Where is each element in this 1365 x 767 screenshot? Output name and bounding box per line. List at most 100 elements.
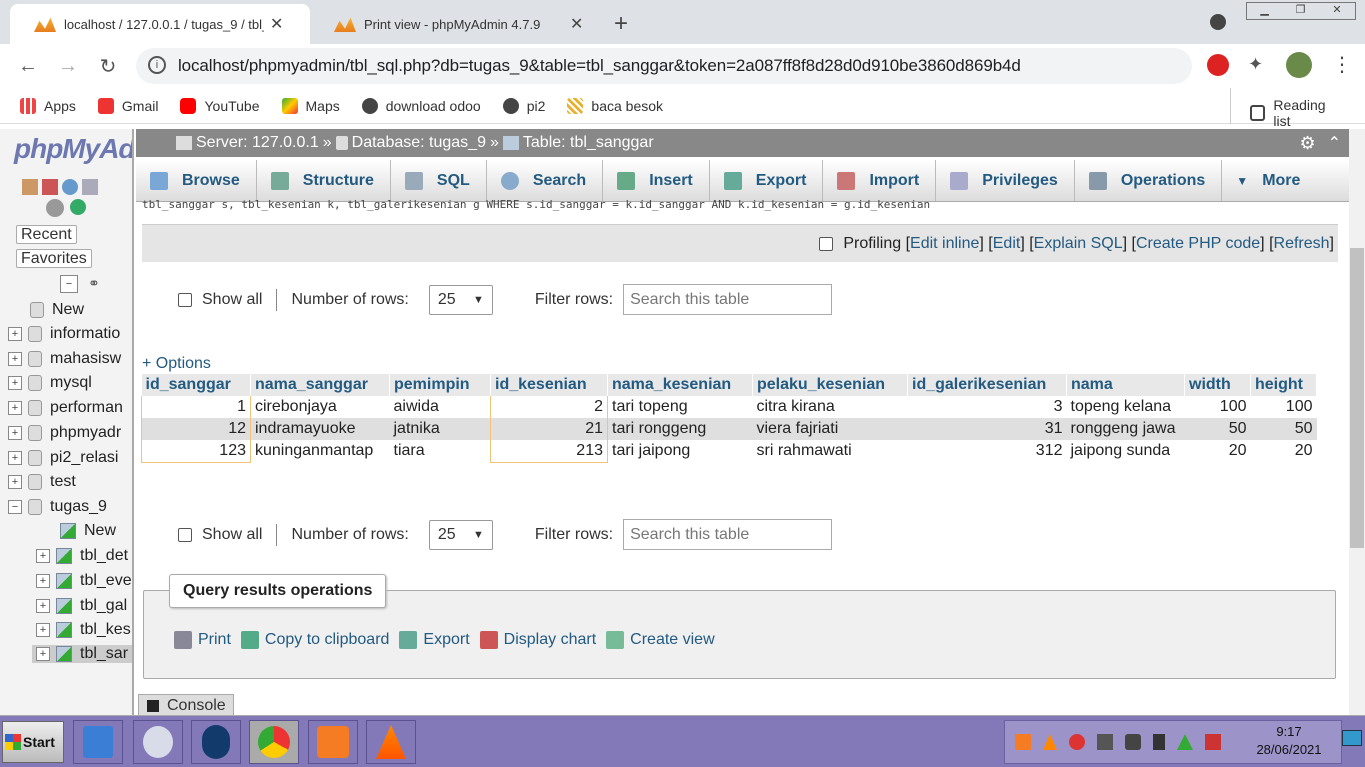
create-view-link[interactable]: Create view (606, 631, 715, 649)
table-cell[interactable]: jatnika (389, 418, 491, 440)
address-bar[interactable]: i localhost/phpmyadmin/tbl_sql.php?db=tu… (136, 48, 1192, 84)
new-tab-button[interactable]: + (614, 10, 628, 38)
bookmark-pi2[interactable]: pi2 (502, 97, 545, 114)
nav-db-information[interactable]: + informatio (8, 325, 120, 343)
table-row[interactable]: 12 indramayuoke jatnika 21 tari ronggeng… (141, 418, 1317, 440)
tab-structure[interactable]: Structure (257, 160, 391, 201)
tab-browse[interactable]: Browse (136, 160, 257, 201)
tab-search[interactable]: Search (487, 160, 604, 201)
table-cell[interactable]: viera fajriati (752, 418, 908, 440)
bookmark-maps[interactable]: Maps (281, 97, 340, 114)
table-cell[interactable]: 100 (1250, 396, 1317, 418)
close-tab-icon[interactable]: ✕ (270, 14, 283, 34)
nav-db-tugas-9[interactable]: − tugas_9 (8, 498, 107, 516)
tab-operations[interactable]: Operations (1075, 160, 1223, 201)
xampp-tray-icon[interactable] (1015, 734, 1031, 750)
tab-export[interactable]: Export (710, 160, 824, 201)
tab-import[interactable]: Import (823, 160, 937, 201)
nav-db-performance[interactable]: + performan (8, 399, 123, 417)
close-window-icon[interactable]: ✕ (1332, 3, 1341, 19)
collapse-icon[interactable]: − (8, 500, 22, 514)
expand-icon[interactable]: + (8, 376, 22, 390)
maximize-icon[interactable]: ❐ (1296, 3, 1306, 19)
taskbar-vlc[interactable] (366, 720, 416, 764)
upload-tray-icon[interactable] (1177, 734, 1193, 750)
number-of-rows-select[interactable]: 25 ▼ (428, 519, 493, 550)
nav-table-tbl-eve[interactable]: + tbl_eve (36, 572, 132, 590)
adblock-extension-icon[interactable] (1207, 54, 1229, 76)
table-cell[interactable]: aiwida (389, 396, 491, 418)
favorites-tab[interactable]: Favorites (16, 249, 92, 268)
column-header[interactable]: width (1184, 374, 1251, 396)
nav-table-tbl-gal[interactable]: + tbl_gal (36, 597, 127, 615)
taskbar-bluetooth[interactable] (191, 720, 241, 764)
vlc-tray-icon[interactable] (1043, 734, 1057, 750)
breadcrumb-database[interactable]: Database: tugas_9 (352, 134, 486, 152)
forward-icon[interactable]: → (54, 52, 82, 80)
refresh-link[interactable]: Refresh (1274, 235, 1330, 253)
column-header[interactable]: nama_sanggar (250, 374, 390, 396)
tab-sql[interactable]: SQL (391, 160, 487, 201)
home-icon[interactable] (22, 179, 38, 195)
filter-rows-input[interactable]: Search this table (623, 519, 833, 550)
browser-tab-active[interactable]: localhost / 127.0.0.1 / tugas_9 / tbl_sa… (10, 4, 310, 44)
column-header[interactable]: id_sanggar (141, 374, 251, 396)
column-header[interactable]: nama (1066, 374, 1185, 396)
nav-table-tbl-kes[interactable]: + tbl_kes (36, 621, 131, 639)
nav-db-phpmyadmin[interactable]: + phpmyadr (8, 424, 121, 442)
nav-db-pi2-relasi[interactable]: + pi2_relasi (8, 449, 118, 467)
table-cell[interactable]: tari jaipong (607, 440, 753, 462)
table-cell[interactable]: ronggeng jawa (1066, 418, 1185, 440)
nav-db-mysql[interactable]: + mysql (8, 374, 92, 392)
create-php-code-link[interactable]: Create PHP code (1136, 235, 1260, 253)
display-chart-link[interactable]: Display chart (479, 631, 596, 649)
bookmark-baca-besok[interactable]: baca besok (567, 97, 663, 114)
expand-icon[interactable]: + (8, 401, 22, 415)
table-cell[interactable]: 50 (1184, 418, 1251, 440)
number-of-rows-select[interactable]: 25 ▼ (428, 284, 493, 315)
table-cell[interactable]: 20 (1250, 440, 1317, 462)
flag-tray-icon[interactable] (1205, 734, 1221, 750)
back-icon[interactable]: ← (14, 52, 42, 80)
table-cell[interactable]: 21 (490, 418, 608, 440)
explain-sql-link[interactable]: Explain SQL (1034, 235, 1123, 253)
expand-icon[interactable]: + (8, 426, 22, 440)
table-row[interactable]: 123 kuninganmantap tiara 213 tari jaipon… (141, 440, 1317, 463)
volume-icon[interactable] (1125, 734, 1141, 750)
edit-inline-link[interactable]: Edit inline (910, 235, 979, 253)
table-cell[interactable]: sri rahmawati (752, 440, 908, 462)
nav-new-table[interactable]: New (60, 522, 116, 540)
reading-list-button[interactable]: Reading list (1250, 97, 1343, 129)
profile-dropdown-icon[interactable] (1210, 14, 1226, 30)
table-cell[interactable]: citra kirana (752, 396, 908, 418)
recent-tab[interactable]: Recent (16, 225, 77, 244)
expand-icon[interactable]: + (8, 451, 22, 465)
logout-icon[interactable] (42, 179, 58, 195)
table-cell[interactable]: 31 (907, 418, 1067, 440)
table-cell[interactable]: tiara (389, 440, 491, 462)
table-cell[interactable]: indramayuoke (250, 418, 390, 440)
show-all-checkbox[interactable] (178, 292, 192, 307)
site-info-icon[interactable]: i (148, 56, 166, 74)
minimize-icon[interactable]: ▁ (1260, 3, 1268, 19)
expand-icon[interactable]: + (36, 647, 50, 661)
settings-gear-icon[interactable]: ⚙ (1299, 133, 1315, 154)
table-cell[interactable]: cirebonjaya (250, 396, 390, 418)
column-header[interactable]: pemimpin (389, 374, 491, 396)
column-header[interactable]: id_galerikesenian (907, 374, 1067, 396)
bookmark-youtube[interactable]: YouTube (180, 97, 260, 114)
taskbar-file-explorer[interactable] (73, 720, 123, 764)
print-link[interactable]: Print (174, 631, 231, 649)
table-cell[interactable]: topeng kelana (1066, 396, 1185, 418)
taskbar-chrome[interactable] (249, 720, 299, 764)
collapse-up-icon[interactable]: ⌃ (1328, 133, 1341, 153)
nav-db-test[interactable]: + test (8, 473, 76, 491)
nav-db-mahasiswa[interactable]: + mahasisw (8, 350, 121, 368)
table-cell[interactable]: jaipong sunda (1066, 440, 1185, 462)
breadcrumb-table[interactable]: Table: tbl_sanggar (523, 134, 654, 152)
table-cell[interactable]: 1 (141, 396, 251, 418)
tab-insert[interactable]: Insert (603, 160, 710, 201)
profiling-checkbox[interactable] (819, 236, 834, 251)
close-tab-icon[interactable]: ✕ (570, 14, 583, 34)
table-cell[interactable]: kuninganmantap (250, 440, 390, 462)
